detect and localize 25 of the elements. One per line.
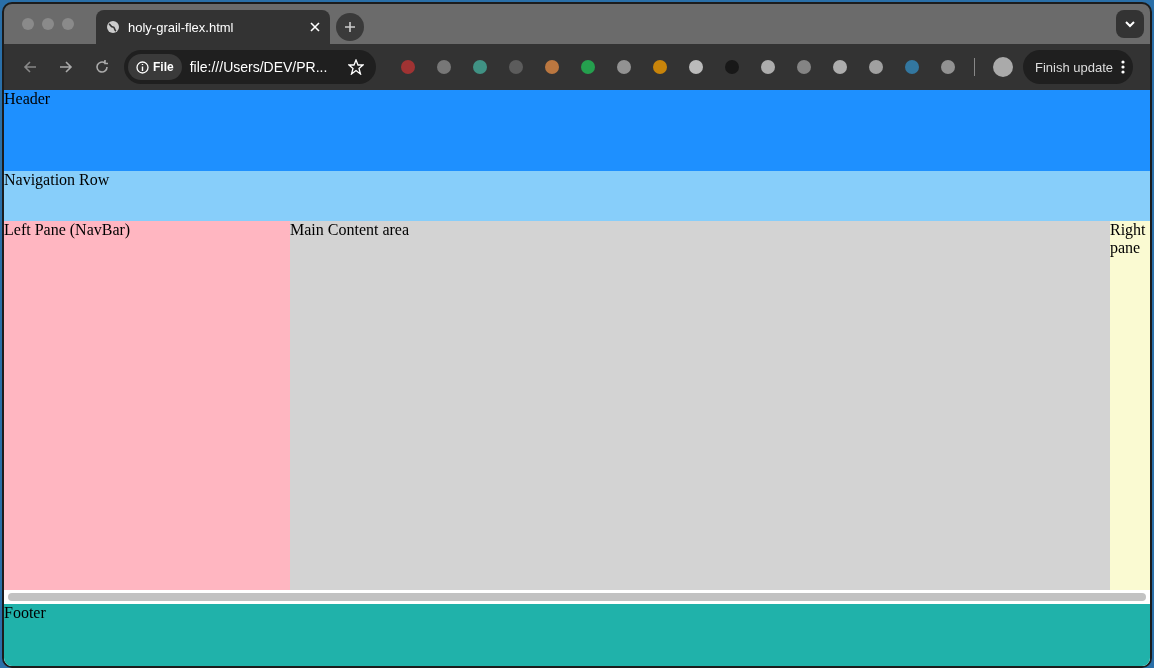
address-bar[interactable]: File file:///Users/DEV/PR... bbox=[124, 50, 376, 84]
back-arrow-icon bbox=[23, 60, 37, 74]
chevron-down-icon bbox=[1124, 20, 1136, 28]
globe-icon bbox=[106, 20, 120, 34]
tab-menu-button[interactable] bbox=[1116, 10, 1144, 38]
finish-update-button[interactable]: Finish update bbox=[1023, 50, 1134, 84]
url-text: file:///Users/DEV/PR... bbox=[189, 59, 329, 75]
tab-title: holy-grail-flex.html bbox=[128, 19, 235, 35]
header-text: Header bbox=[4, 90, 52, 108]
new-tab-button[interactable] bbox=[336, 13, 364, 41]
site-info-chip[interactable]: File bbox=[128, 54, 182, 80]
left-pane-text: Left Pane (NavBar) bbox=[4, 221, 132, 239]
more-icon bbox=[1121, 60, 1126, 74]
horizontal-scrollbar[interactable] bbox=[8, 593, 1146, 601]
reload-icon bbox=[95, 60, 109, 74]
right-pane-text: Right pane bbox=[1110, 221, 1147, 257]
star-icon[interactable] bbox=[348, 59, 364, 75]
main-content-text: Main Content area bbox=[290, 221, 411, 239]
close-icon[interactable] bbox=[310, 22, 320, 32]
profile-avatar[interactable] bbox=[993, 57, 1013, 77]
navigation-text: Navigation Row bbox=[4, 171, 111, 189]
forward-arrow-icon bbox=[59, 60, 73, 74]
browser-tab[interactable]: holy-grail-flex.html bbox=[96, 10, 330, 44]
plus-icon bbox=[344, 21, 356, 33]
footer-text: Footer bbox=[4, 604, 47, 622]
